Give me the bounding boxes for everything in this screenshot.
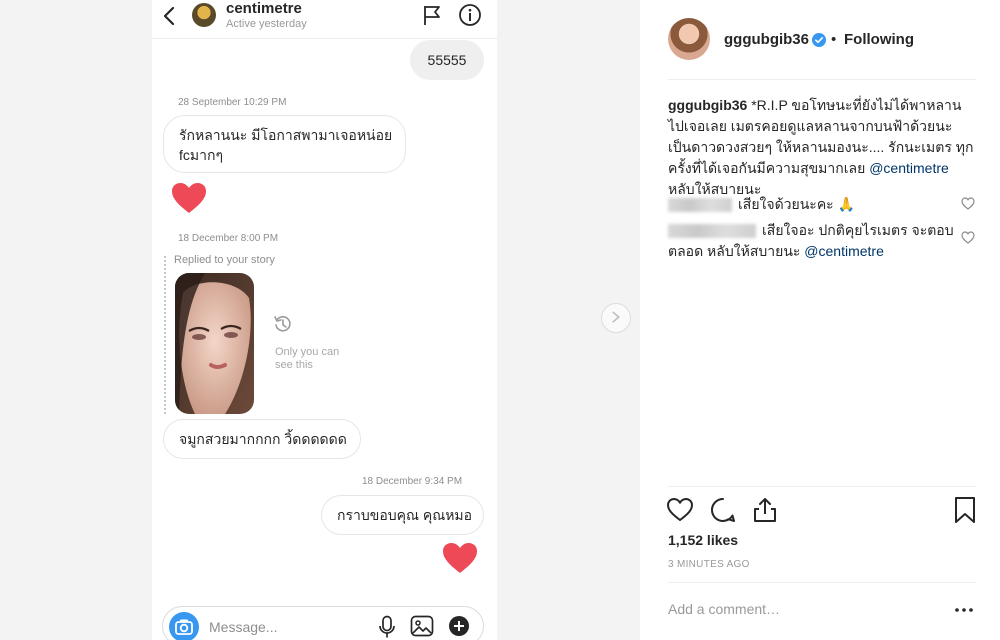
comment-like-icon[interactable] (961, 197, 975, 210)
history-icon (274, 316, 291, 332)
story-reply-label: Replied to your story (174, 254, 275, 266)
comment-mention-link[interactable]: @centimetre (804, 243, 884, 259)
message-text: จมูกสวยมากกกก วิ้ดดดดดด (179, 431, 347, 447)
next-chevron-button[interactable] (601, 303, 631, 333)
comment-divider (668, 582, 976, 583)
dm-thread: centimetre Active yesterday 55555 28 Sep… (152, 0, 497, 640)
heart-icon (172, 183, 206, 213)
message-text: กราบขอบคุณ คุณหมอ (337, 507, 473, 523)
message-text: fcมากๆ (179, 147, 223, 163)
comment-icon[interactable] (709, 496, 737, 524)
more-icon[interactable] (954, 600, 974, 620)
actions-divider (668, 486, 976, 487)
blurred-username (668, 198, 732, 213)
likes-count[interactable]: 1,152 likes (668, 532, 738, 548)
camera-icon[interactable] (169, 612, 199, 640)
info-icon[interactable] (458, 3, 482, 27)
dm-avatar[interactable] (192, 3, 216, 27)
heart-icon[interactable] (666, 496, 694, 524)
flag-icon[interactable] (422, 4, 442, 26)
bookmark-icon[interactable] (951, 496, 979, 524)
message-text: รักหลานนะ มีโอกาสพามาเจอหน่อย (179, 127, 393, 143)
back-icon[interactable] (160, 4, 178, 28)
post-time: 3 MINUTES AGO (668, 559, 750, 570)
post-caption: gggubgib36 *R.I.P ขอโทษนะที่ยังไม่ได้พาห… (668, 95, 976, 200)
message-input[interactable] (209, 617, 369, 637)
gallery-icon[interactable] (410, 615, 434, 637)
comment-item: เสียใจอะ ปกติคุยไรเมตร จะตอบตลอด หลับให้… (668, 220, 958, 262)
comment-item: เสียใจด้วยนะคะ 🙏 (668, 194, 958, 215)
comment-text: เสียใจด้วยนะคะ 🙏 (738, 196, 856, 212)
message-composer (162, 606, 484, 640)
following-button[interactable]: Following (844, 31, 914, 48)
verified-icon (812, 33, 826, 47)
message-received[interactable]: รักหลานนะ มีโอกาสพามาเจอหน่อย fcมากๆ (163, 115, 406, 173)
message-timestamp: 18 December 9:34 PM (362, 476, 463, 487)
separator-dot: • (831, 31, 837, 48)
only-you-can-see-note: Only you can see this (275, 346, 340, 371)
heart-icon (443, 543, 477, 573)
story-reply-line (164, 256, 166, 414)
message-sent[interactable]: 55555 (410, 40, 484, 80)
chevron-right-icon (612, 311, 620, 323)
post-avatar[interactable] (668, 18, 710, 60)
message-received[interactable]: จมูกสวยมากกกก วิ้ดดดดดด (163, 419, 361, 459)
blurred-username (668, 224, 756, 239)
dm-active-status: Active yesterday (226, 18, 307, 30)
plus-icon[interactable] (448, 615, 470, 637)
message-timestamp: 18 December 8:00 PM (178, 233, 279, 244)
post-panel: gggubgib36 • Following gggubgib36 *R.I.P… (640, 0, 1000, 640)
message-sent[interactable]: กราบขอบคุณ คุณหมอ (321, 495, 484, 535)
comment-like-icon[interactable] (961, 231, 975, 244)
mic-icon[interactable] (378, 615, 396, 639)
dm-screenshot: centimetre Active yesterday 55555 28 Sep… (0, 0, 640, 640)
post-username[interactable]: gggubgib36 (724, 31, 809, 48)
share-icon[interactable] (751, 496, 779, 524)
message-timestamp: 28 September 10:29 PM (178, 97, 287, 108)
dm-header: centimetre Active yesterday (152, 0, 497, 39)
caption-username[interactable]: gggubgib36 (668, 97, 747, 113)
header-divider (668, 79, 976, 80)
add-comment-input[interactable] (668, 599, 928, 619)
dm-username[interactable]: centimetre (226, 0, 302, 17)
message-text: 55555 (427, 52, 467, 68)
caption-mention-link[interactable]: @centimetre (869, 160, 949, 176)
story-thumbnail[interactable] (175, 273, 254, 414)
